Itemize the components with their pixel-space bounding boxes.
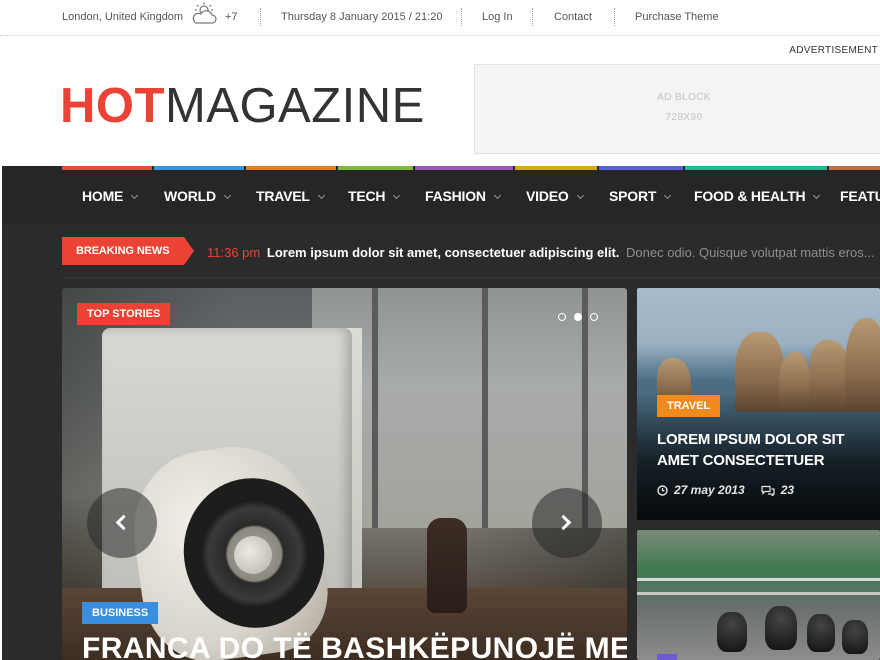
nav-color-bar (154, 166, 244, 170)
nav-item-video[interactable]: VIDEO (526, 188, 584, 204)
chevron-left-icon (115, 514, 132, 531)
slider-prev-button[interactable] (87, 488, 157, 558)
divider (614, 8, 615, 26)
category-tag[interactable] (657, 654, 677, 660)
nav-item-fashion[interactable]: FASHION (425, 188, 501, 204)
chevron-down-icon (493, 191, 501, 200)
chevron-down-icon (393, 191, 401, 200)
nav-color-bar (415, 166, 513, 170)
news-ticker[interactable]: 11:36 pm Lorem ipsum dolor sit amet, con… (207, 245, 875, 260)
nav-item-food-health[interactable]: FOOD & HEALTH (694, 188, 821, 204)
nav-item-world[interactable]: WORLD (164, 188, 231, 204)
article-card[interactable] (637, 530, 880, 660)
site-logo[interactable]: HOTMAGAZINE (60, 78, 425, 134)
temperature-text: +7 (225, 11, 238, 23)
chevron-down-icon (813, 191, 821, 200)
chevron-down-icon (317, 191, 325, 200)
slider-dot-active[interactable] (574, 313, 582, 321)
featured-slider[interactable]: TOP STORIES BUSINESS FRANCA DO TË BASHKË… (62, 288, 627, 660)
slide-title[interactable]: FRANCA DO TË BASHKËPUNOJË ME (82, 632, 627, 660)
card-comment-count: 23 (780, 483, 795, 497)
top-bar: London, United Kingdom +7 Thursday 8 Jan… (0, 0, 880, 36)
main-dark-section: HOME WORLD TRAVEL TECH FASHION VIDEO SPO… (2, 166, 880, 660)
nav-color-bar (685, 166, 827, 170)
slider-dot[interactable] (558, 313, 566, 321)
card-title[interactable]: LOREM IPSUM DOLOR SIT AMET CONSECTETUER (657, 429, 880, 471)
clock-icon (657, 485, 668, 496)
slider-dot[interactable] (590, 313, 598, 321)
article-card[interactable]: TRAVEL LOREM IPSUM DOLOR SIT AMET CONSEC… (637, 288, 880, 520)
slider-pagination (558, 313, 608, 323)
chevron-right-icon (555, 514, 572, 531)
chevron-down-icon (131, 191, 139, 200)
date-time-text: Thursday 8 January 2015 / 21:20 (281, 11, 443, 23)
divider (260, 8, 261, 26)
advertisement-label: ADVERTISEMENT (789, 45, 878, 56)
nav-color-bar (246, 166, 336, 170)
divider (461, 8, 462, 26)
nav-item-features[interactable]: FEATU (840, 188, 880, 204)
chevron-down-icon (223, 191, 231, 200)
slide-image-speaker-cap (234, 536, 272, 574)
main-navigation: HOME WORLD TRAVEL TECH FASHION VIDEO SPO… (2, 166, 880, 224)
top-stories-badge[interactable]: TOP STORIES (77, 303, 171, 325)
nav-color-bar (515, 166, 597, 170)
nav-item-tech[interactable]: TECH (348, 188, 401, 204)
logo-magazine: MAGAZINE (164, 79, 425, 133)
nav-color-bar (599, 166, 683, 170)
ad-block-size: 728X90 (665, 112, 703, 123)
nav-item-home[interactable]: HOME (82, 188, 139, 204)
card-date: 27 may 2013 (674, 483, 745, 497)
contact-link[interactable]: Contact (554, 11, 592, 23)
ad-block-title: AD BLOCK (657, 92, 711, 103)
nav-color-bar (338, 166, 413, 170)
purchase-theme-link[interactable]: Purchase Theme (635, 11, 719, 23)
card-meta: 27 may 2013 23 (657, 483, 794, 497)
ticker-time: 11:36 pm (207, 245, 261, 260)
slider-next-button[interactable] (532, 488, 602, 558)
comments-icon (761, 485, 775, 496)
partly-cloudy-icon (192, 2, 217, 24)
location-text: London, United Kingdom (62, 11, 184, 23)
nav-color-bar (829, 166, 880, 170)
breaking-news-badge: BREAKING NEWS (62, 237, 194, 265)
nav-color-bar (62, 166, 152, 170)
divider (532, 8, 533, 26)
ticker-headline: Lorem ipsum dolor sit amet, consectetuer… (266, 245, 620, 260)
nav-item-travel[interactable]: TRAVEL (256, 188, 325, 204)
business-category-tag[interactable]: BUSINESS (82, 602, 159, 624)
slide-image-figure (427, 518, 467, 613)
travel-category-tag[interactable]: TRAVEL (657, 395, 721, 417)
divider (62, 277, 880, 278)
ticker-summary: Donec odio. Quisque volutpat mattis eros… (626, 245, 875, 260)
login-link[interactable]: Log In (482, 11, 513, 23)
chevron-down-icon (664, 191, 672, 200)
nav-item-sport[interactable]: SPORT (609, 188, 672, 204)
chevron-down-icon (576, 191, 584, 200)
logo-hot: HOT (60, 79, 165, 133)
ad-block[interactable]: AD BLOCK 728X90 (474, 64, 880, 154)
